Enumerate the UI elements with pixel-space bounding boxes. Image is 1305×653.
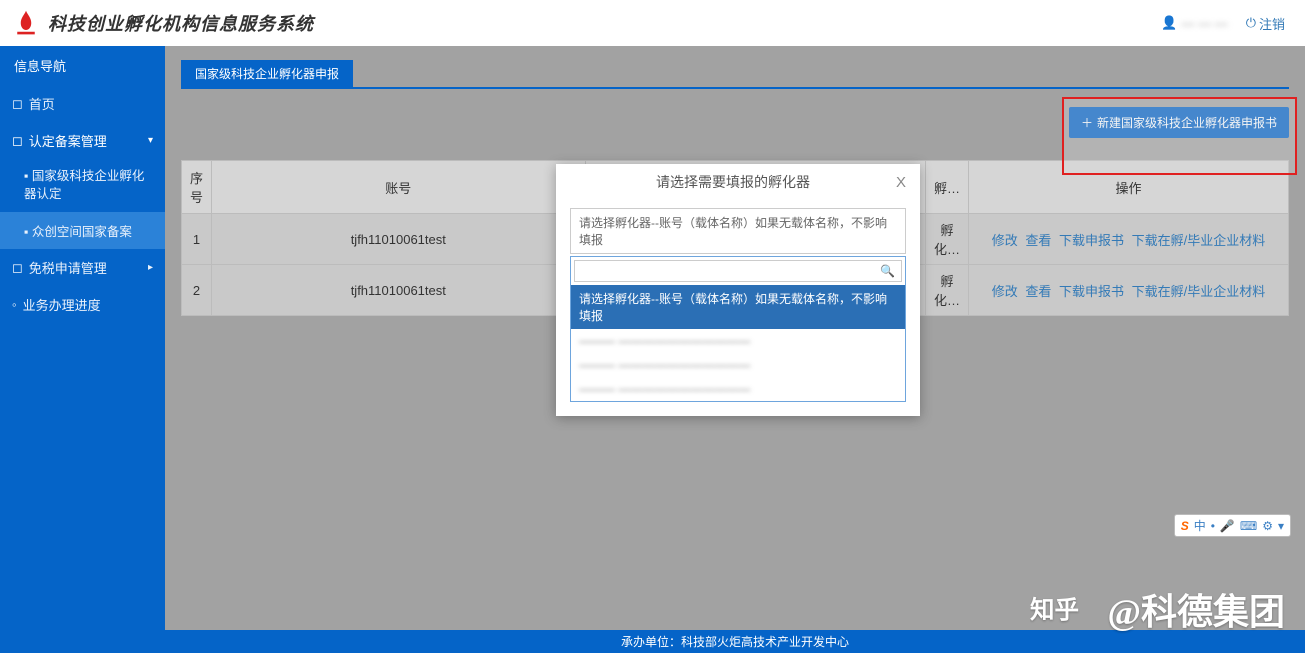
mic-icon[interactable]: 🎤 <box>1220 519 1235 533</box>
cell-ops: 修改 查看 下载申报书 下载在孵/毕业企业材料 <box>969 214 1289 265</box>
sidebar-item-home[interactable]: ◻ 首页 <box>0 85 165 122</box>
modal-title: 请选择需要填报的孵化器 <box>570 172 896 192</box>
sidebar-sub-zhongchuang[interactable]: ▪ 众创空间国家备案 <box>0 212 165 249</box>
keyboard-icon[interactable]: ⌨ <box>1240 519 1257 533</box>
sidebar-header: 信息导航 <box>0 46 165 85</box>
home-icon: ◻ <box>12 96 23 112</box>
select-incubator-modal: 请选择需要填报的孵化器 X 请选择孵化器--账号（载体名称）如果无载体名称，不影… <box>556 164 920 416</box>
sidebar-item-label: 众创空间国家备案 <box>32 225 132 239</box>
op-link[interactable]: 查看 <box>1025 284 1051 299</box>
toolbar: ＋ 新建国家级科技企业孵化器申报书 <box>181 107 1289 138</box>
modal-body: 请选择孵化器--账号（载体名称）如果无载体名称，不影响填报 🔍 请选择孵化器--… <box>556 200 920 416</box>
modal-header: 请选择需要填报的孵化器 X <box>556 164 920 200</box>
cell-index: 2 <box>182 265 212 316</box>
user-name: — — — <box>1181 16 1227 31</box>
dropdown-search-input[interactable] <box>574 260 902 282</box>
dropdown-option[interactable]: ——— ——————————— <box>571 377 905 401</box>
sidebar-item-rending[interactable]: ◻ 认定备案管理 ▾ <box>0 122 165 159</box>
th-account: 账号 <box>212 161 586 214</box>
zhihu-logo-icon: 知乎 <box>1030 592 1100 626</box>
cell-index: 1 <box>182 214 212 265</box>
logout-label: 注销 <box>1259 14 1285 33</box>
app-title: 科技创业孵化机构信息服务系统 <box>48 10 314 36</box>
user-icon: 👤 <box>1161 15 1177 31</box>
cell-ops: 修改 查看 下载申报书 下载在孵/毕业企业材料 <box>969 265 1289 316</box>
user-area[interactable]: 👤 — — — <box>1161 15 1227 31</box>
sidebar: 信息导航 ◻ 首页 ◻ 认定备案管理 ▾ ▪ 国家级科技企业孵化器认定 ▪ 众创… <box>0 46 165 653</box>
close-icon[interactable]: X <box>896 174 906 191</box>
op-link[interactable]: 下载在孵/毕业企业材料 <box>1132 233 1266 248</box>
sidebar-sub-national-incubator[interactable]: ▪ 国家级科技企业孵化器认定 <box>0 159 165 212</box>
th-index: 序号 <box>182 161 212 214</box>
dropdown-option[interactable]: 请选择孵化器--账号（载体名称）如果无载体名称，不影响填报 <box>571 285 905 329</box>
logout-link[interactable]: ⏻ 注销 <box>1246 14 1285 33</box>
th-col4: 孵… <box>925 161 968 214</box>
cell-c4: 孵化… <box>925 214 968 265</box>
svg-text:知乎: 知乎 <box>1030 596 1079 624</box>
sidebar-item-label: 国家级科技企业孵化器认定 <box>24 169 144 201</box>
tab-underline <box>181 87 1289 89</box>
tab-active[interactable]: 国家级科技企业孵化器申报 <box>181 60 353 87</box>
op-link[interactable]: 下载申报书 <box>1059 284 1124 299</box>
sidebar-item-progress[interactable]: ◦ 业务办理进度 <box>0 286 165 323</box>
watermark: 知乎 @科德集团 <box>1030 583 1286 635</box>
plus-icon: ＋ <box>1081 114 1093 131</box>
dropdown-option[interactable]: ——— ——————————— <box>571 329 905 353</box>
header-right: 👤 — — — ⏻ 注销 <box>1161 14 1285 33</box>
dropdown-option[interactable]: ——— ——————————— <box>571 353 905 377</box>
gear-icon[interactable]: ⚙ <box>1262 519 1273 533</box>
square-icon: ▪ <box>24 169 28 183</box>
tab-bar: 国家级科技企业孵化器申报 <box>181 60 1289 87</box>
app-header: 科技创业孵化机构信息服务系统 👤 — — — ⏻ 注销 <box>0 0 1305 46</box>
search-icon[interactable]: 🔍 <box>880 264 895 278</box>
more-icon[interactable]: ▾ <box>1278 519 1284 533</box>
gear-icon: ◻ <box>12 133 23 149</box>
incubator-select[interactable]: 请选择孵化器--账号（载体名称）如果无载体名称，不影响填报 <box>570 208 906 254</box>
op-link[interactable]: 下载在孵/毕业企业材料 <box>1132 284 1266 299</box>
square-icon: ▪ <box>24 225 28 239</box>
doc-icon: ◻ <box>12 260 23 276</box>
new-button-label: 新建国家级科技企业孵化器申报书 <box>1097 114 1277 131</box>
op-link[interactable]: 查看 <box>1025 233 1051 248</box>
sidebar-item-label: 认定备案管理 <box>29 131 107 150</box>
sogou-logo-icon: S <box>1181 519 1189 533</box>
ime-lang[interactable]: 中 <box>1194 517 1206 534</box>
ime-toolbar[interactable]: S 中 • 🎤 ⌨ ⚙ ▾ <box>1174 514 1291 537</box>
op-link[interactable]: 修改 <box>992 233 1018 248</box>
watermark-text: @科德集团 <box>1108 583 1286 635</box>
op-link[interactable]: 修改 <box>992 284 1018 299</box>
op-link[interactable]: 下载申报书 <box>1059 233 1124 248</box>
sidebar-item-label: 首页 <box>29 94 55 113</box>
sidebar-item-label: 业务办理进度 <box>23 295 101 314</box>
select-dropdown: 🔍 请选择孵化器--账号（载体名称）如果无载体名称，不影响填报——— —————… <box>570 256 906 402</box>
app-logo-icon <box>12 9 40 37</box>
dropdown-search-row: 🔍 <box>571 257 905 285</box>
sidebar-item-tax-exempt[interactable]: ◻ 免税申请管理 ▸ <box>0 249 165 286</box>
chevron-right-icon: ▸ <box>148 262 153 273</box>
ime-punct-icon[interactable]: • <box>1211 519 1215 533</box>
cell-account: tjfh11010061test <box>212 265 586 316</box>
header-left: 科技创业孵化机构信息服务系统 <box>12 9 314 37</box>
chevron-down-icon: ▾ <box>148 135 153 146</box>
new-application-button[interactable]: ＋ 新建国家级科技企业孵化器申报书 <box>1069 107 1289 138</box>
power-icon: ⏻ <box>1246 15 1256 31</box>
clock-icon: ◦ <box>12 297 17 312</box>
sidebar-item-label: 免税申请管理 <box>29 258 107 277</box>
th-ops: 操作 <box>969 161 1289 214</box>
cell-c4: 孵化… <box>925 265 968 316</box>
cell-account: tjfh11010061test <box>212 214 586 265</box>
